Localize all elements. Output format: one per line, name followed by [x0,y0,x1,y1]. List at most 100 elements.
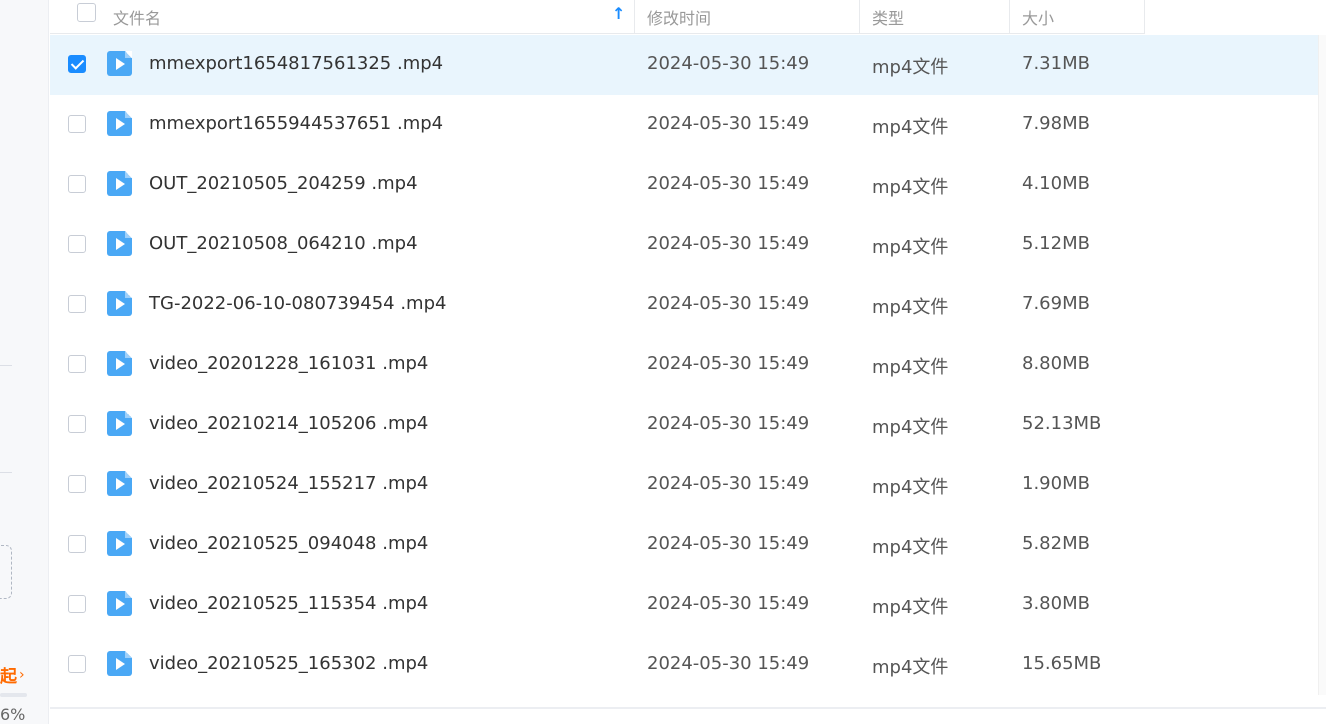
file-size: 5.12MB [1022,233,1090,254]
column-separator[interactable] [1009,0,1010,33]
file-row[interactable]: video_20210524_155217 .mp4 2024-05-30 15:… [50,455,1318,515]
file-size: 15.65MB [1022,653,1102,674]
row-checkbox[interactable] [68,355,86,373]
video-file-icon [107,591,132,616]
file-type: mp4文件 [872,237,949,258]
sidebar-divider [0,472,12,473]
storage-percent: 6% [0,705,26,724]
file-size: 8.80MB [1022,353,1090,374]
row-checkbox[interactable] [68,115,86,133]
file-modified-time: 2024-05-30 15:49 [647,173,810,194]
video-file-icon [107,291,132,316]
left-sidebar: 起 › 6% [0,0,48,724]
row-checkbox[interactable] [68,655,86,673]
file-modified-time: 2024-05-30 15:49 [647,113,810,134]
video-file-icon [107,531,132,556]
row-checkbox[interactable] [68,55,86,73]
column-header-size[interactable]: 大小 [1022,0,1054,33]
video-file-icon [107,471,132,496]
file-type: mp4文件 [872,597,949,618]
file-modified-time: 2024-05-30 15:49 [647,473,810,494]
file-type: mp4文件 [872,297,949,318]
row-checkbox[interactable] [68,295,86,313]
file-list-header: 文件名 ↑ 修改时间 类型 大小 [50,0,1145,34]
file-name[interactable]: video_20201228_161031 .mp4 [149,353,428,374]
file-row[interactable]: mmexport1655944537651 .mp4 2024-05-30 15:… [50,95,1318,155]
file-row[interactable]: video_20201228_161031 .mp4 2024-05-30 15:… [50,335,1318,395]
file-row[interactable]: video_20210214_105206 .mp4 2024-05-30 15:… [50,395,1318,455]
video-file-icon [107,111,132,136]
file-row[interactable]: video_20210525_094048 .mp4 2024-05-30 15:… [50,515,1318,575]
file-type: mp4文件 [872,177,949,198]
file-size: 7.69MB [1022,293,1090,314]
scrollbar-track[interactable] [1318,35,1326,695]
file-name[interactable]: OUT_20210508_064210 .mp4 [149,233,418,254]
chevron-right-icon: › [19,666,25,683]
file-size: 4.10MB [1022,173,1090,194]
sort-ascending-icon[interactable]: ↑ [612,4,625,23]
column-separator[interactable] [1144,0,1145,33]
column-header-type[interactable]: 类型 [872,0,904,33]
video-file-icon [107,231,132,256]
file-list: mmexport1654817561325 .mp4 2024-05-30 15:… [50,35,1318,695]
file-name[interactable]: video_20210525_094048 .mp4 [149,533,428,554]
video-file-icon [107,651,132,676]
file-name[interactable]: TG-2022-06-10-080739454 .mp4 [149,293,446,314]
column-separator[interactable] [859,0,860,33]
row-checkbox[interactable] [68,235,86,253]
row-checkbox[interactable] [68,535,86,553]
video-file-icon [107,51,132,76]
upload-drop-zone[interactable] [0,545,12,599]
video-file-icon [107,351,132,376]
file-name[interactable]: video_20210214_105206 .mp4 [149,413,428,434]
file-name[interactable]: video_20210525_115354 .mp4 [149,593,428,614]
file-row[interactable]: TG-2022-06-10-080739454 .mp4 2024-05-30 1… [50,275,1318,335]
file-size: 7.31MB [1022,53,1090,74]
file-name[interactable]: video_20210525_165302 .mp4 [149,653,428,674]
file-type: mp4文件 [872,477,949,498]
file-modified-time: 2024-05-30 15:49 [647,653,810,674]
file-modified-time: 2024-05-30 15:49 [647,353,810,374]
video-file-icon [107,171,132,196]
file-modified-time: 2024-05-30 15:49 [647,593,810,614]
file-type: mp4文件 [872,117,949,138]
video-file-icon [107,411,132,436]
file-name[interactable]: mmexport1655944537651 .mp4 [149,113,443,134]
row-checkbox[interactable] [68,175,86,193]
file-type: mp4文件 [872,357,949,378]
select-all-checkbox[interactable] [77,3,96,22]
sidebar-divider [0,365,12,366]
column-separator[interactable] [634,0,635,33]
file-type: mp4文件 [872,417,949,438]
file-modified-time: 2024-05-30 15:49 [647,233,810,254]
file-size: 1.90MB [1022,473,1090,494]
file-row[interactable]: video_20210525_165302 .mp4 2024-05-30 15:… [50,635,1318,695]
file-name[interactable]: OUT_20210505_204259 .mp4 [149,173,418,194]
row-checkbox[interactable] [68,475,86,493]
file-name[interactable]: video_20210524_155217 .mp4 [149,473,428,494]
file-row[interactable]: OUT_20210505_204259 .mp4 2024-05-30 15:49… [50,155,1318,215]
storage-progress-bar [0,693,27,697]
sidebar-promo-link[interactable]: 起 › [0,662,25,688]
row-checkbox[interactable] [68,595,86,613]
list-bottom-divider [50,707,1326,709]
file-row[interactable]: mmexport1654817561325 .mp4 2024-05-30 15:… [50,35,1318,95]
file-modified-time: 2024-05-30 15:49 [647,533,810,554]
file-size: 5.82MB [1022,533,1090,554]
file-row[interactable]: OUT_20210508_064210 .mp4 2024-05-30 15:49… [50,215,1318,275]
promo-label: 起 [0,667,17,687]
file-type: mp4文件 [872,57,949,78]
column-header-time[interactable]: 修改时间 [647,0,711,33]
file-size: 7.98MB [1022,113,1090,134]
file-size: 52.13MB [1022,413,1102,434]
file-modified-time: 2024-05-30 15:49 [647,53,810,74]
file-type: mp4文件 [872,657,949,678]
sidebar-divider-vertical [48,0,49,724]
file-row[interactable]: video_20210525_115354 .mp4 2024-05-30 15:… [50,575,1318,635]
row-checkbox[interactable] [68,415,86,433]
file-modified-time: 2024-05-30 15:49 [647,293,810,314]
file-name[interactable]: mmexport1654817561325 .mp4 [149,53,443,74]
file-size: 3.80MB [1022,593,1090,614]
column-header-name[interactable]: 文件名 [113,0,161,33]
file-modified-time: 2024-05-30 15:49 [647,413,810,434]
